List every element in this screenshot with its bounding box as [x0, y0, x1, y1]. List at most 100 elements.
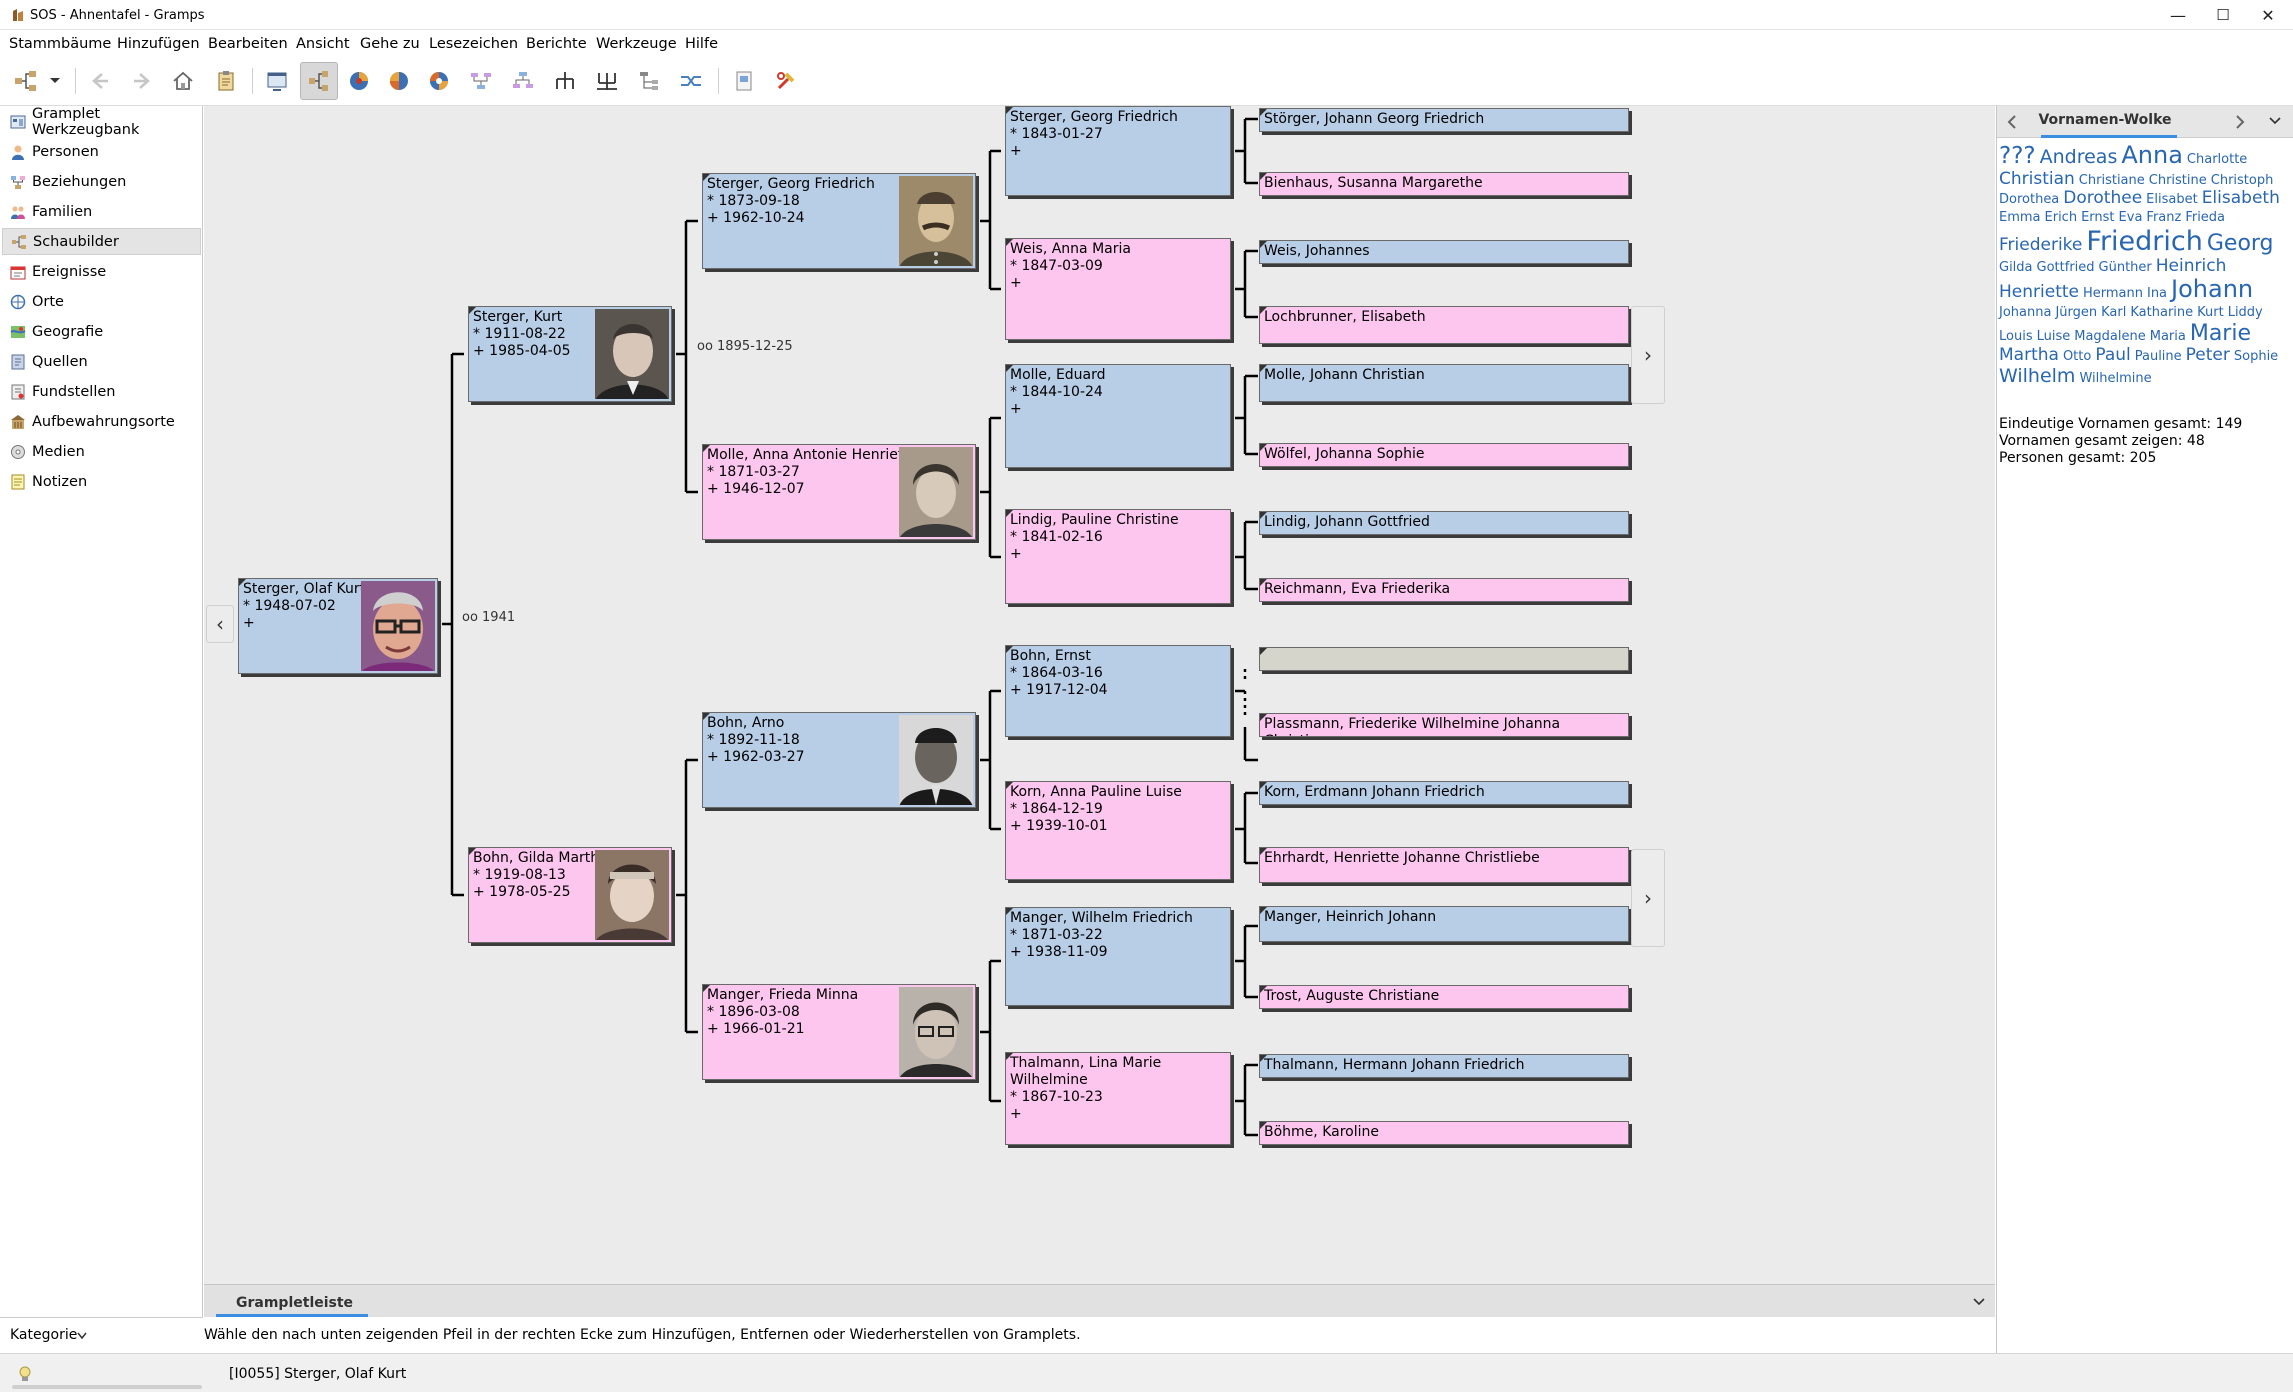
person-box[interactable]: Böhme, Karoline [1259, 1121, 1629, 1145]
person-box[interactable]: Sterger, Kurt * 1911-08-22 + 1985-04-05 [468, 306, 672, 402]
tab-vornamen-wolke[interactable]: Vornamen-Wolke [2037, 112, 2173, 128]
cloud-name[interactable]: Paul [2095, 345, 2130, 366]
person-box[interactable]: Ehrhardt, Henriette Johanne Christliebe [1259, 847, 1629, 883]
menu-lesezeichen[interactable]: Lesezeichen [429, 36, 518, 52]
person-box[interactable]: Thalmann, Lina Marie Wilhelmine * 1867-10… [1005, 1052, 1231, 1145]
graph-descendants-icon[interactable] [504, 62, 542, 100]
person-box[interactable]: Lindig, Johann Gottfried [1259, 511, 1629, 535]
person-box[interactable]: Weis, Anna Maria * 1847-03-09 + [1005, 238, 1231, 340]
person-box[interactable]: Manger, Heinrich Johann [1259, 906, 1629, 942]
person-box[interactable]: Molle, Eduard * 1844-10-24 + [1005, 364, 1231, 468]
person-box[interactable]: Reichmann, Eva Friederika [1259, 578, 1629, 602]
chevron-left-icon[interactable]: ‹ [206, 605, 234, 643]
cloud-name[interactable]: Jürgen [2055, 305, 2097, 321]
cloud-name[interactable]: Georg [2207, 231, 2274, 256]
cloud-name[interactable]: Ina [2147, 286, 2167, 302]
fan-chart-icon[interactable] [340, 62, 378, 100]
cloud-name[interactable]: Luise [2037, 329, 2071, 345]
forward-icon[interactable] [123, 62, 161, 100]
cloud-name[interactable]: Elisabeth [2202, 189, 2280, 209]
graph-ancestors-icon[interactable] [462, 62, 500, 100]
cloud-name[interactable]: Katharine [2130, 305, 2193, 321]
cloud-name[interactable]: Dorothee [2063, 189, 2142, 209]
menu-werkzeuge[interactable]: Werkzeuge [596, 36, 677, 52]
two-way-fan-icon[interactable] [420, 62, 458, 100]
person-box-empty[interactable] [1259, 647, 1629, 671]
cloud-name[interactable]: Wilhelm [1999, 365, 2075, 388]
menu-gehe-zu[interactable]: Gehe zu [360, 36, 420, 52]
cloud-name[interactable]: Martha [1999, 345, 2059, 366]
menu-hinzufuegen[interactable]: Hinzufügen [117, 36, 200, 52]
cloud-name[interactable]: Eva [2119, 210, 2143, 226]
sidebar-item-beziehungen[interactable]: Beziehungen [2, 168, 201, 195]
home-icon[interactable] [164, 62, 202, 100]
maximize-button[interactable]: ☐ [2200, 0, 2246, 30]
sidebar-item-geografie[interactable]: Geografie [2, 318, 201, 345]
sidebar-item-schaubilder[interactable]: Schaubilder [2, 228, 201, 255]
person-box[interactable]: Molle, Anna Antonie Henriette * 1871-03-… [702, 444, 976, 540]
cloud-name[interactable]: Christine [2149, 173, 2207, 189]
cloud-name[interactable]: Maria [2150, 329, 2186, 345]
person-box[interactable]: Wölfel, Johanna Sophie [1259, 443, 1629, 467]
cloud-name[interactable]: Frieda [2185, 210, 2225, 226]
cloud-name[interactable]: Karl [2101, 305, 2126, 321]
cloud-name[interactable]: Günther [2099, 260, 2152, 276]
person-box[interactable]: Trost, Auguste Christiane [1259, 985, 1629, 1009]
cloud-name[interactable]: Andreas [2040, 146, 2118, 169]
cloud-name[interactable]: Marie [2190, 321, 2251, 346]
person-box[interactable]: Weis, Johannes [1259, 240, 1629, 264]
person-box[interactable]: Bohn, Gilda Martha * 1919-08-13 + 1978-0… [468, 847, 672, 943]
cloud-name[interactable]: Louis [1999, 329, 2033, 345]
cloud-name[interactable]: Christiane [2079, 173, 2145, 189]
cloud-name[interactable]: Henriette [1999, 283, 2079, 303]
ancestor-tree-icon[interactable] [588, 62, 626, 100]
cloud-name[interactable]: Gilda [1999, 260, 2033, 276]
tree-view-icon[interactable] [7, 62, 45, 100]
cloud-name[interactable]: Emma [1999, 210, 2041, 226]
descendant-fan-icon[interactable] [380, 62, 418, 100]
person-box[interactable]: Sterger, Georg Friedrich * 1873-09-18 + … [702, 173, 976, 269]
person-box[interactable]: Korn, Anna Pauline Luise * 1864-12-19 + 19… [1005, 781, 1231, 880]
person-box[interactable]: Molle, Johann Christian [1259, 364, 1629, 402]
cloud-name[interactable]: Friedrich [2086, 226, 2202, 257]
person-box[interactable]: Bienhaus, Susanna Margarethe [1259, 172, 1629, 196]
cloud-name[interactable]: Erich [2045, 210, 2078, 226]
sidebar-item-gramplet-werkzeugbank[interactable]: Gramplet Werkzeugbank [2, 106, 201, 138]
pedigree-view-icon[interactable] [300, 62, 338, 100]
sidebar-item-medien[interactable]: Medien [2, 438, 201, 465]
cloud-name[interactable]: Wilhelmine [2079, 371, 2151, 387]
timeline-icon[interactable] [672, 62, 710, 100]
cloud-name[interactable]: Heinrich [2156, 256, 2227, 277]
cloud-name[interactable]: Friederike [1999, 235, 2082, 256]
menu-ansicht[interactable]: Ansicht [296, 36, 350, 52]
cloud-name[interactable]: Otto [2063, 349, 2091, 365]
close-button[interactable]: ✕ [2245, 0, 2291, 30]
person-box[interactable]: Lindig, Pauline Christine * 1841-02-16 + [1005, 509, 1231, 604]
cloud-name[interactable]: Liddy [2228, 305, 2263, 321]
sidebar-item-ereignisse[interactable]: Ereignisse [2, 258, 201, 285]
cloud-name[interactable]: Anna [2121, 141, 2183, 170]
person-box[interactable]: Störger, Johann Georg Friedrich [1259, 108, 1629, 132]
sidebar-item-orte[interactable]: Orte [2, 288, 201, 315]
tools-icon[interactable] [767, 62, 805, 100]
chevron-down-icon[interactable] [1972, 1297, 1986, 1307]
cloud-name[interactable]: Hermann [2083, 286, 2143, 302]
category-selector[interactable]: Kategorie [0, 1317, 203, 1353]
person-box[interactable]: Lochbrunner, Elisabeth [1259, 306, 1629, 344]
chevron-right-icon[interactable]: › [1631, 849, 1665, 947]
cloud-name[interactable]: Christoph [2211, 173, 2274, 189]
cloud-name[interactable]: Elisabet [2146, 192, 2198, 208]
sidebar-item-personen[interactable]: Personen [2, 138, 201, 165]
menu-berichte[interactable]: Berichte [526, 36, 587, 52]
cloud-name[interactable]: Johanna [1999, 305, 2051, 321]
person-box[interactable]: Sterger, Olaf Kurt * 1948-07-02 + [238, 578, 438, 674]
cloud-name[interactable]: Pauline [2135, 349, 2182, 365]
chevron-right-icon[interactable]: › [1631, 306, 1665, 404]
sidebar-item-notizen[interactable]: Notizen [2, 468, 201, 495]
cloud-name[interactable]: Franz [2146, 210, 2181, 226]
cloud-name[interactable]: Christian [1999, 169, 2075, 190]
menu-bearbeiten[interactable]: Bearbeiten [208, 36, 288, 52]
clipboard-icon[interactable] [207, 62, 245, 100]
person-box[interactable]: Manger, Wilhelm Friedrich * 1871-03-22 + 1… [1005, 907, 1231, 1006]
report-icon[interactable] [725, 62, 763, 100]
